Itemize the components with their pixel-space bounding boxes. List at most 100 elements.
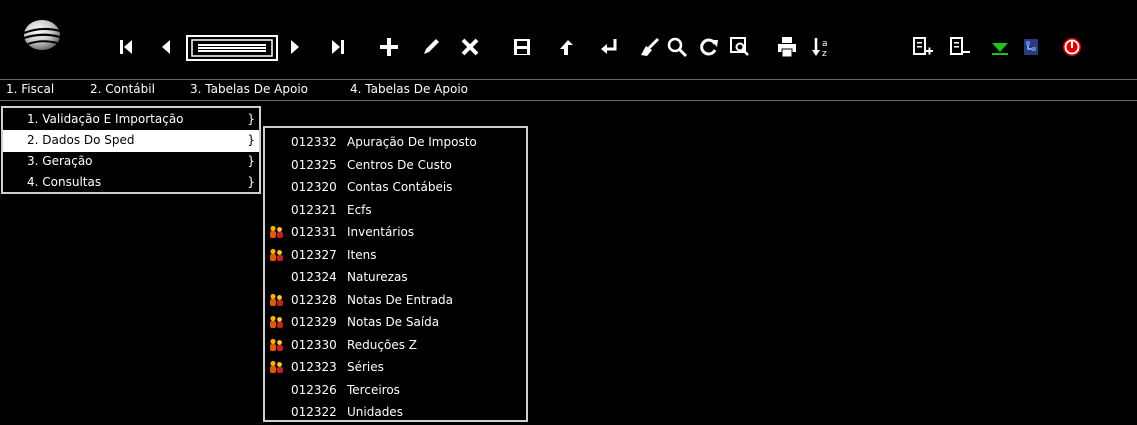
network-button[interactable] <box>1018 34 1044 60</box>
sort-icon: az <box>812 38 828 58</box>
submenu-item-label: 2. Dados Do Sped <box>27 133 135 147</box>
sped-item-name: Unidades <box>347 405 403 419</box>
sped-menu-item[interactable]: 012329 Notas De Saída <box>265 311 526 334</box>
sped-item-name: Ecfs <box>347 202 372 217</box>
sped-item-name: Séries <box>347 360 384 374</box>
first-record-button[interactable] <box>113 34 139 60</box>
preview-button[interactable] <box>727 34 753 60</box>
sped-item-code: 012325 <box>291 157 337 172</box>
sped-menu-item[interactable]: 012330 Reduções Z <box>265 334 526 357</box>
print-button[interactable] <box>774 34 800 60</box>
remove-row-button[interactable] <box>947 34 973 60</box>
menu-contabil[interactable]: 2. Contábil <box>90 82 155 96</box>
menu-fiscal[interactable]: 1. Fiscal <box>6 82 54 96</box>
sped-item-code: 012323 <box>291 360 337 374</box>
sped-menu-item[interactable]: 012331 Inventários <box>265 221 526 244</box>
sped-submenu: 012332 Apuração De Imposto 012325 Centros D… <box>263 126 528 422</box>
sped-menu-item[interactable]: 012323 Séries <box>265 356 526 379</box>
submenu-arrow-icon: } <box>247 175 255 189</box>
sped-item-name: Centros De Custo <box>347 157 452 172</box>
sped-menu-item[interactable]: 012326 Terceiros <box>265 379 526 402</box>
sped-item-name: Reduções Z <box>347 337 418 352</box>
record-slider-icon <box>191 39 273 57</box>
preview-icon <box>730 37 749 56</box>
search-icon <box>667 37 688 58</box>
sped-item-code: 012327 <box>291 247 337 262</box>
sped-menu-item[interactable]: 012328 Notas De Entrada <box>265 289 526 312</box>
network-icon <box>1024 39 1038 55</box>
submenu-item-label: 1. Validação E Importação <box>27 112 184 126</box>
refresh-icon <box>700 38 718 56</box>
power-icon <box>1063 38 1081 56</box>
sped-item-code: 012332 <box>291 135 337 149</box>
search-button[interactable] <box>664 34 690 60</box>
users-icon <box>269 225 285 239</box>
insert-row-icon <box>913 37 933 55</box>
menu-tabelas-de-apoio-4[interactable]: 4. Tabelas De Apoio <box>350 82 468 96</box>
submenu-item-geracao[interactable]: 3. Geração } <box>3 151 259 173</box>
power-button[interactable] <box>1059 34 1085 60</box>
sped-item-name: Terceiros <box>347 382 400 397</box>
sped-item-name: Itens <box>347 247 377 262</box>
refresh-button[interactable] <box>696 34 722 60</box>
next-record-button[interactable] <box>282 34 308 60</box>
next-record-icon <box>291 40 299 54</box>
sped-item-name: Inventários <box>347 225 415 239</box>
submenu-item-label: 4. Consultas <box>27 175 102 189</box>
sped-menu-item[interactable]: 012327 Itens <box>265 244 526 267</box>
sped-menu-item[interactable]: 012325 Centros De Custo <box>265 154 526 177</box>
copy-button[interactable] <box>553 34 579 60</box>
menu-tabelas-de-apoio-3[interactable]: 3. Tabelas De Apoio <box>190 82 308 96</box>
copy-icon <box>560 40 573 55</box>
users-icon <box>269 248 285 262</box>
expand-down-icon <box>992 43 1008 55</box>
sped-item-code: 012331 <box>291 225 337 239</box>
prev-record-button[interactable] <box>153 34 179 60</box>
add-button[interactable] <box>376 34 402 60</box>
sort-button[interactable]: az <box>808 34 834 60</box>
sped-item-code: 012324 <box>291 270 337 284</box>
sped-item-name: Naturezas <box>347 270 408 284</box>
sped-menu-item[interactable]: 012322 Unidades <box>265 401 526 424</box>
sped-item-code: 012330 <box>291 337 337 352</box>
submenu-item-consultas[interactable]: 4. Consultas } <box>3 172 259 194</box>
sped-item-name: Notas De Saída <box>347 315 440 329</box>
submenu-item-label: 3. Geração <box>27 154 93 168</box>
sped-menu-item[interactable]: 012332 Apuração De Imposto <box>265 131 526 154</box>
submenu-item-validacao[interactable]: 1. Validação E Importação } <box>3 109 259 131</box>
edit-button[interactable] <box>418 34 444 60</box>
svg-text:z: z <box>822 49 827 58</box>
expand-down-button[interactable] <box>987 34 1013 60</box>
remove-row-icon <box>950 37 970 55</box>
submenu-arrow-icon: } <box>247 154 255 168</box>
submenu-arrow-icon: } <box>247 133 255 147</box>
menu-bar: 1. Fiscal 2. Contábil 3. Tabelas De Apoi… <box>0 79 1137 101</box>
sped-menu-item[interactable]: 012320 Contas Contábeis <box>265 176 526 199</box>
users-icon <box>269 338 285 352</box>
users-icon <box>269 293 285 307</box>
last-record-button[interactable] <box>325 34 351 60</box>
print-icon <box>778 37 796 58</box>
save-button[interactable] <box>509 34 535 60</box>
sped-item-code: 012329 <box>291 315 337 329</box>
users-icon <box>269 360 285 374</box>
sped-item-code: 012326 <box>291 382 337 397</box>
confirm-button[interactable] <box>596 34 622 60</box>
clean-button[interactable] <box>636 34 662 60</box>
clean-icon <box>641 37 660 56</box>
sped-item-name: Notas De Entrada <box>347 292 454 307</box>
submenu-item-dados-do-sped[interactable]: 2. Dados Do Sped } <box>3 130 259 152</box>
submenu-arrow-icon: } <box>247 112 255 126</box>
sped-item-code: 012322 <box>291 405 337 419</box>
add-icon <box>380 38 398 56</box>
sped-menu-item[interactable]: 012321 Ecfs <box>265 199 526 222</box>
submenu-contabil: 1. Validação E Importação } 2. Dados Do … <box>1 106 261 194</box>
edit-icon <box>424 39 439 54</box>
users-icon <box>269 315 285 329</box>
insert-row-button[interactable] <box>910 34 936 60</box>
delete-button[interactable] <box>457 34 483 60</box>
first-record-icon <box>120 40 132 54</box>
record-slider[interactable] <box>186 35 278 61</box>
sped-menu-item[interactable]: 012324 Naturezas <box>265 266 526 289</box>
logo-icon <box>20 18 64 52</box>
